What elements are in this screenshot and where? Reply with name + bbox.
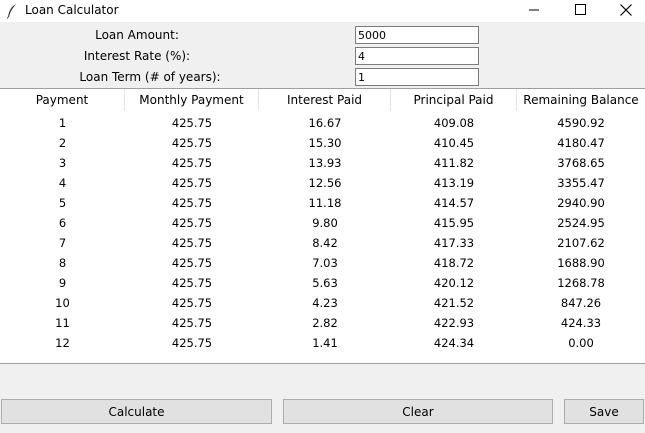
cell-monthly-payment: 425.75 [171,276,213,290]
column-header-principal-paid[interactable]: Principal Paid [391,89,517,111]
minimize-icon [529,4,539,18]
cell-payment: 4 [58,176,67,190]
close-icon [620,3,632,19]
maximize-button[interactable] [557,0,603,22]
cell-payment: 11 [55,316,70,330]
table-row[interactable]: 12 425.75 1.41 424.34 0.00 [0,333,645,353]
cell-interest-paid: 13.93 [308,156,342,170]
cell-principal-paid: 417.33 [433,236,475,250]
cell-payment: 12 [55,336,70,350]
loan-input-form: Loan Amount: Interest Rate (%): Loan Ter… [0,22,645,88]
cell-interest-paid: 4.23 [312,296,338,310]
table-row[interactable]: 9 425.75 5.63 420.12 1268.78 [0,273,645,293]
table-row[interactable]: 7 425.75 8.42 417.33 2107.62 [0,233,645,253]
cell-interest-paid: 15.30 [308,136,342,150]
cell-monthly-payment: 425.75 [171,216,213,230]
cell-monthly-payment: 425.75 [171,336,213,350]
cell-monthly-payment: 425.75 [171,176,213,190]
cell-payment: 8 [58,256,67,270]
column-header-payment[interactable]: Payment [0,89,125,111]
table-row[interactable]: 10 425.75 4.23 421.52 847.26 [0,293,645,313]
table-row[interactable]: 8 425.75 7.03 418.72 1688.90 [0,253,645,273]
table-row[interactable]: 6 425.75 9.80 415.95 2524.95 [0,213,645,233]
cell-principal-paid: 424.34 [433,336,475,350]
cell-interest-paid: 7.03 [312,256,338,270]
column-header-remaining-balance[interactable]: Remaining Balance [517,89,645,111]
cell-monthly-payment: 425.75 [171,236,213,250]
cell-interest-paid: 8.42 [312,236,338,250]
cell-monthly-payment: 425.75 [171,316,213,330]
table-row[interactable]: 4 425.75 12.56 413.19 3355.47 [0,173,645,193]
amortization-table[interactable]: Payment Monthly Payment Interest Paid Pr… [0,88,645,364]
cell-interest-paid: 2.82 [312,316,338,330]
cell-monthly-payment: 425.75 [171,296,213,310]
cell-principal-paid: 415.95 [433,216,475,230]
loan-amount-input[interactable] [355,26,479,44]
calculate-button[interactable]: Calculate [1,399,272,424]
cell-remaining-balance: 1688.90 [557,256,605,270]
cell-interest-paid: 12.56 [308,176,342,190]
cell-principal-paid: 418.72 [433,256,475,270]
column-header-monthly-payment[interactable]: Monthly Payment [125,89,259,111]
cell-remaining-balance: 0.00 [568,336,594,350]
cell-interest-paid: 5.63 [312,276,338,290]
cell-principal-paid: 410.45 [433,136,475,150]
cell-principal-paid: 420.12 [433,276,475,290]
column-header-interest-paid[interactable]: Interest Paid [259,89,391,111]
table-header: Payment Monthly Payment Interest Paid Pr… [0,89,645,111]
loan-term-input[interactable] [355,68,479,86]
cell-interest-paid: 9.80 [312,216,338,230]
cell-remaining-balance: 2524.95 [557,216,605,230]
cell-monthly-payment: 425.75 [171,156,213,170]
interest-rate-input[interactable] [355,47,479,65]
cell-remaining-balance: 4180.47 [557,136,605,150]
close-button[interactable] [603,0,645,22]
cell-interest-paid: 16.67 [308,116,342,130]
table-row[interactable]: 11 425.75 2.82 422.93 424.33 [0,313,645,333]
clear-button[interactable]: Clear [283,399,553,424]
cell-principal-paid: 414.57 [433,196,475,210]
table-row[interactable]: 1 425.75 16.67 409.08 4590.92 [0,113,645,133]
cell-payment: 10 [55,296,70,310]
cell-interest-paid: 1.41 [312,336,338,350]
loan-term-label: Loan Term (# of years): [79,70,221,84]
cell-payment: 2 [58,136,67,150]
cell-payment: 6 [58,216,67,230]
interest-rate-label: Interest Rate (%): [83,49,191,63]
cell-payment: 7 [58,236,67,250]
cell-monthly-payment: 425.75 [171,256,213,270]
cell-payment: 9 [58,276,67,290]
cell-principal-paid: 422.93 [433,316,475,330]
cell-principal-paid: 421.52 [433,296,475,310]
save-button[interactable]: Save [564,399,644,424]
cell-remaining-balance: 4590.92 [557,116,605,130]
cell-remaining-balance: 2107.62 [557,236,605,250]
cell-monthly-payment: 425.75 [171,116,213,130]
maximize-icon [574,4,586,18]
cell-remaining-balance: 424.33 [560,316,602,330]
cell-monthly-payment: 425.75 [171,196,213,210]
loan-amount-label: Loan Amount: [95,28,179,42]
cell-principal-paid: 409.08 [433,116,475,130]
cell-payment: 3 [58,156,67,170]
cell-payment: 5 [58,196,67,210]
title-bar: Loan Calculator [0,0,645,22]
cell-remaining-balance: 3768.65 [557,156,605,170]
table-row[interactable]: 3 425.75 13.93 411.82 3768.65 [0,153,645,173]
feather-icon [6,3,18,19]
window-title: Loan Calculator [25,3,119,17]
table-row[interactable]: 5 425.75 11.18 414.57 2940.90 [0,193,645,213]
cell-remaining-balance: 3355.47 [557,176,605,190]
table-row[interactable]: 2 425.75 15.30 410.45 4180.47 [0,133,645,153]
cell-payment: 1 [58,116,67,130]
cell-remaining-balance: 2940.90 [557,196,605,210]
minimize-button[interactable] [511,0,557,22]
cell-principal-paid: 413.19 [433,176,475,190]
cell-principal-paid: 411.82 [433,156,475,170]
cell-interest-paid: 11.18 [308,196,342,210]
cell-remaining-balance: 1268.78 [557,276,605,290]
cell-remaining-balance: 847.26 [560,296,602,310]
cell-monthly-payment: 425.75 [171,136,213,150]
